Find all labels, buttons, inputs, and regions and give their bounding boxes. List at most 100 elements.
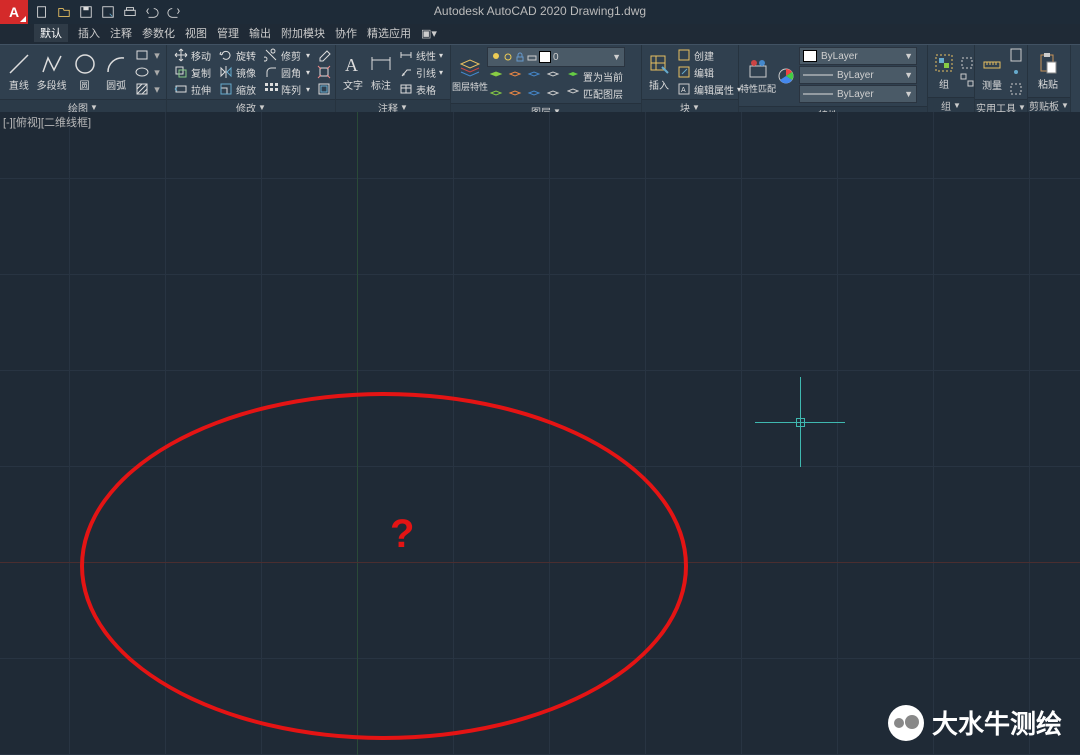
rotate-button[interactable]: 旋转 — [216, 47, 259, 63]
layer-tool-icon[interactable] — [544, 68, 562, 84]
redo-icon[interactable] — [164, 2, 184, 22]
annotation-question-mark: ? — [390, 512, 414, 557]
grid-line — [0, 370, 1080, 371]
polyline-button[interactable]: 多段线 — [36, 50, 68, 94]
offset-icon[interactable] — [315, 81, 333, 97]
grid-line — [0, 178, 1080, 179]
app-logo[interactable]: A — [0, 0, 28, 24]
undo-icon[interactable] — [142, 2, 162, 22]
plot-icon — [527, 52, 537, 62]
group-edit-icon[interactable] — [958, 55, 976, 71]
arc-button[interactable]: 圆弧 — [101, 50, 131, 94]
explode-icon[interactable] — [315, 64, 333, 80]
array-button[interactable]: 阵列▾ — [261, 81, 313, 97]
mirror-button[interactable]: 镜像 — [216, 64, 259, 80]
measure-button[interactable]: 测量 — [979, 50, 1005, 94]
linear-button[interactable]: 线性▾ — [396, 47, 446, 63]
chevron-down-icon[interactable]: ▾ — [152, 47, 162, 63]
layer-tool-icon[interactable] — [525, 85, 543, 101]
text-button[interactable]: A文字 — [340, 50, 366, 94]
chevron-down-icon[interactable]: ▾ — [152, 64, 162, 80]
hatch-icon[interactable] — [133, 81, 151, 97]
viewport-label[interactable]: [-][俯视][二维线框] — [3, 114, 91, 130]
linetype-dropdown[interactable]: ByLayer▼ — [799, 85, 917, 103]
select-icon[interactable] — [1007, 81, 1025, 97]
match-props-button[interactable]: 特性匹配 — [743, 55, 773, 97]
leader-button[interactable]: 引线▾ — [396, 64, 446, 80]
tab-manage[interactable]: 管理 — [217, 25, 239, 41]
panel-clipboard: 粘贴 剪贴板▼ — [1028, 45, 1071, 113]
fillet-button[interactable]: 圆角▾ — [261, 64, 313, 80]
paste-button[interactable]: 粘贴 — [1032, 49, 1064, 93]
rect-icon[interactable] — [133, 47, 151, 63]
tab-express[interactable]: 精选应用 — [367, 25, 411, 41]
dimension-button[interactable]: 标注 — [368, 50, 394, 94]
expand-icon[interactable]: ▼ — [258, 103, 266, 112]
tab-output[interactable]: 输出 — [249, 25, 271, 41]
move-button[interactable]: 移动 — [171, 47, 214, 63]
tab-parametric[interactable]: 参数化 — [142, 25, 175, 41]
watermark: 大水牛测绘 — [888, 704, 1062, 741]
panel-clip-title: 剪贴板 — [1029, 98, 1059, 113]
tab-addins[interactable]: 附加模块 — [281, 25, 325, 41]
match-layer-button[interactable]: 匹配图层 — [563, 85, 626, 101]
tab-collab[interactable]: 协作 — [335, 25, 357, 41]
ribbon-tabs: 默认 插入 注释 参数化 视图 管理 输出 附加模块 协作 精选应用 ▣▾ — [34, 24, 437, 42]
drawing-canvas[interactable]: [-][俯视][二维线框] ? 大水牛测绘 — [0, 112, 1080, 755]
ellipse-icon[interactable] — [133, 64, 151, 80]
lock-icon — [515, 52, 525, 62]
tab-insert[interactable]: 插入 — [78, 25, 100, 41]
new-icon[interactable] — [32, 2, 52, 22]
grid-line — [741, 112, 742, 755]
lineweight-dropdown[interactable]: ByLayer▼ — [799, 66, 917, 84]
svg-text:A: A — [681, 87, 686, 94]
plot-icon[interactable] — [120, 2, 140, 22]
stretch-button[interactable]: 拉伸 — [171, 81, 214, 97]
open-icon[interactable] — [54, 2, 74, 22]
insert-block-button[interactable]: 插入 — [646, 50, 672, 94]
edit-block-button[interactable]: 编辑 — [674, 64, 744, 80]
create-block-button[interactable]: 创建 — [674, 47, 744, 63]
erase-icon[interactable] — [315, 47, 333, 63]
layer-tool-icon[interactable] — [506, 68, 524, 84]
point-icon[interactable] — [1007, 64, 1025, 80]
tab-default[interactable]: 默认 — [34, 24, 68, 42]
copy-button[interactable]: 复制 — [171, 64, 214, 80]
panel-layers: 图层特性 0 ▼ 置为当前 — [451, 45, 642, 113]
ungroup-icon[interactable] — [958, 72, 976, 88]
edit-attr-button[interactable]: A编辑属性▾ — [674, 81, 744, 97]
app-title: Autodesk AutoCAD 2020 Drawing1.dwg — [434, 4, 646, 18]
layer-dropdown[interactable]: 0 ▼ — [487, 47, 625, 67]
saveas-icon[interactable] — [98, 2, 118, 22]
trim-button[interactable]: 修剪▾ — [261, 47, 313, 63]
group-button[interactable]: 组 — [932, 49, 956, 93]
expand-icon[interactable]: ▼ — [90, 103, 98, 112]
layer-tool-icon[interactable] — [487, 68, 505, 84]
chevron-down-icon[interactable]: ▾ — [152, 81, 162, 97]
make-current-button[interactable]: 置为当前 — [563, 68, 626, 84]
table-button[interactable]: 表格 — [396, 81, 446, 97]
color-wheel-button[interactable] — [775, 62, 797, 90]
line-button[interactable]: 直线 — [4, 50, 34, 94]
scale-button[interactable]: 缩放 — [216, 81, 259, 97]
annotation-ellipse — [80, 392, 688, 740]
tab-annotate[interactable]: 注释 — [110, 25, 132, 41]
color-dropdown[interactable]: ByLayer▼ — [799, 47, 917, 65]
layer-tool-icon[interactable] — [525, 68, 543, 84]
expand-icon[interactable]: ▼ — [692, 103, 700, 112]
layer-tool-icon[interactable] — [487, 85, 505, 101]
panel-groups-title: 组 — [941, 98, 951, 113]
layer-tool-icon[interactable] — [544, 85, 562, 101]
tab-view[interactable]: 视图 — [185, 25, 207, 41]
save-icon[interactable] — [76, 2, 96, 22]
panel-block: 插入 创建 编辑 A编辑属性▾ 块▼ — [642, 45, 739, 113]
expand-icon[interactable]: ▼ — [400, 103, 408, 112]
grid-line — [1029, 112, 1030, 755]
grid-line — [837, 112, 838, 755]
calc-icon[interactable] — [1007, 47, 1025, 63]
tab-more-icon[interactable]: ▣▾ — [421, 27, 437, 40]
circle-button[interactable]: 圆 — [70, 50, 100, 94]
layer-props-button[interactable]: 图层特性 — [455, 53, 485, 95]
layer-tool-icon[interactable] — [506, 85, 524, 101]
ribbon: 直线 多段线 圆 圆弧 ▾ ▾ ▾ 绘图▼ — [0, 44, 1080, 114]
